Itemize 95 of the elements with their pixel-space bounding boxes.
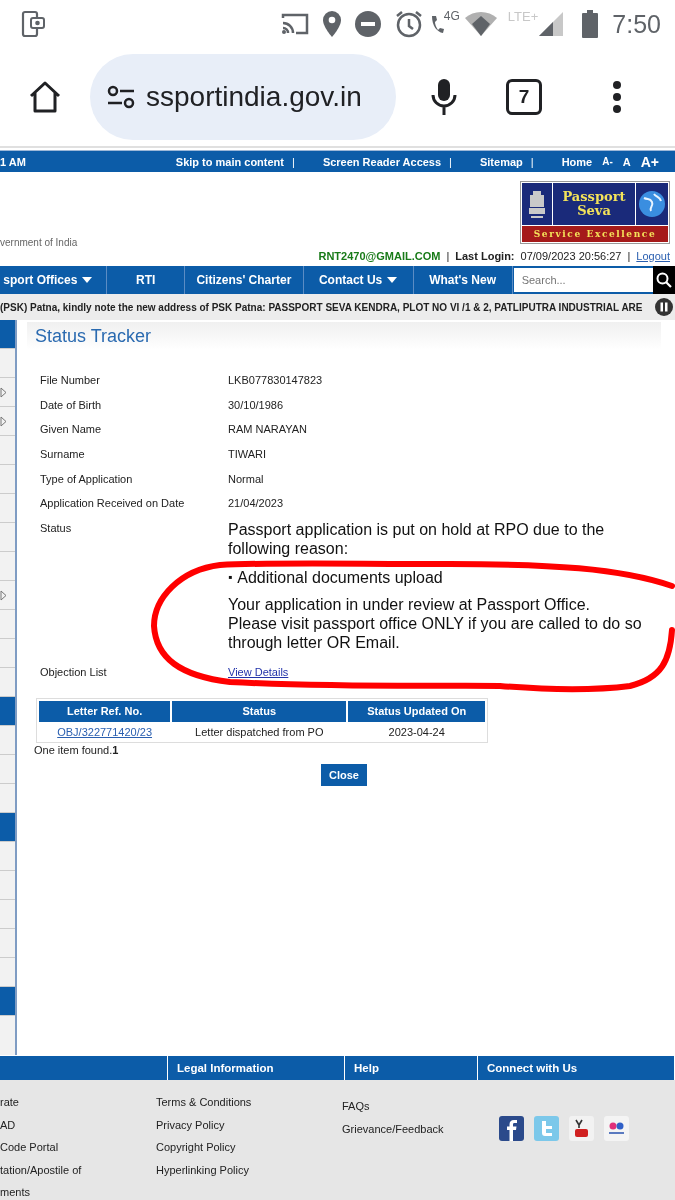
separator: |	[292, 155, 295, 168]
top-link[interactable]: Skip to main content	[175, 155, 284, 168]
column-header: Status Updated On	[348, 700, 485, 722]
page-title: Status Tracker	[35, 325, 152, 347]
screenshot-icon	[20, 10, 48, 38]
separator: |	[449, 155, 452, 168]
status-note: Please visit passport office ONLY if you are called to do so through letter OR Email.	[228, 614, 643, 653]
footer-link[interactable]: FAQs	[342, 1095, 475, 1118]
result-count: One item found.1	[34, 743, 120, 756]
clock-time: 7:50	[612, 9, 661, 39]
address-bar[interactable]: ssportindia.gov.in	[90, 54, 396, 140]
separator: |	[446, 250, 450, 262]
search-field[interactable]: Search...	[513, 268, 653, 292]
microphone-icon[interactable]	[430, 78, 458, 116]
location-pin-icon	[321, 10, 342, 38]
bullet: ▪	[228, 569, 233, 587]
triangle-icon	[0, 415, 7, 427]
top-link[interactable]: Screen Reader Access	[322, 155, 442, 168]
field-label: File Number	[40, 373, 101, 388]
font-size-link[interactable]: A-	[602, 156, 613, 167]
youtube-icon[interactable]	[569, 1116, 594, 1141]
globe-icon	[638, 190, 666, 218]
triangle-icon	[0, 589, 7, 601]
field-label: Surname	[40, 447, 86, 463]
column-header: Letter Ref. No.	[39, 700, 171, 722]
top-link[interactable]: Sitemap	[479, 155, 523, 168]
time-fragment: 1 AM	[0, 155, 26, 168]
site-settings-icon[interactable]	[106, 85, 136, 109]
sidebar-tab[interactable]	[0, 320, 15, 349]
footer-link[interactable]: ments	[0, 1181, 168, 1200]
search-button[interactable]	[652, 266, 675, 294]
field-label: Status	[40, 521, 73, 537]
tab-count[interactable]: 7	[506, 79, 542, 115]
battery-icon	[582, 10, 599, 38]
field-value: RAM NARAYAN	[228, 422, 309, 438]
font-size-link[interactable]: A+	[640, 153, 659, 170]
field-value: TIWARI	[228, 447, 268, 463]
last-login-label: Last Login:	[455, 250, 515, 262]
top-link[interactable]: Home	[561, 155, 593, 168]
home-icon[interactable]	[28, 80, 62, 114]
triangle-icon	[0, 386, 7, 398]
field-label: Date of Birth	[40, 397, 103, 413]
user-email: RNT2470@GMAIL.COM	[318, 250, 441, 262]
twitter-icon[interactable]	[534, 1116, 559, 1141]
field-value: 30/10/1986	[228, 397, 285, 413]
search-icon	[655, 272, 672, 288]
logout-link[interactable]: Logout	[636, 250, 670, 262]
footer-heading: Legal Information	[177, 1062, 274, 1074]
pause-icon[interactable]	[655, 298, 673, 316]
footer-link[interactable]: Terms & Conditions	[156, 1091, 333, 1114]
flickr-icon[interactable]	[604, 1116, 629, 1141]
footer-link[interactable]: Hyperlinking Policy	[156, 1158, 333, 1182]
field-label: Objection List	[40, 664, 108, 680]
footer-link[interactable]: Grievance/Feedback	[342, 1117, 475, 1141]
phone-icon	[429, 13, 444, 35]
signal-icon	[538, 11, 565, 37]
separator: |	[530, 155, 534, 168]
more-options-icon[interactable]	[612, 81, 622, 113]
wifi-icon	[463, 11, 498, 37]
field-label: Given Name	[40, 422, 103, 438]
sidebar-tab[interactable]	[0, 813, 15, 842]
sidebar-tab[interactable]	[0, 697, 15, 726]
logo-title: Passport	[561, 190, 627, 204]
field-value: Normal	[228, 471, 265, 487]
logo-title: Seva	[577, 204, 611, 218]
reason-item: Additional documents upload	[237, 568, 443, 588]
tagline: vernment of India	[0, 237, 79, 248]
news-ticker: (PSK) Patna, kindly note the new address of PSK Patna: PASSPORT SEVA KENDRA, PLOT NO VI /1 & 2, PATLIPUTRA INDUSTRIAL ARE	[0, 301, 644, 313]
url-text: ssportindia.gov.in	[146, 81, 362, 113]
footer-link[interactable]: Privacy Policy	[156, 1113, 333, 1137]
font-size-link[interactable]: A	[622, 155, 631, 168]
status-note: Your application in under review at Passport Office.	[228, 595, 591, 615]
field-label: Type of Application	[40, 471, 134, 487]
facebook-icon[interactable]	[499, 1116, 524, 1141]
footer-link[interactable]: Copyright Policy	[156, 1136, 333, 1159]
separator: |	[627, 250, 631, 262]
status-message: Passport application is put on hold at RPO due to the following reason:	[228, 520, 606, 559]
field-value: LKB077830147823	[228, 373, 324, 388]
passport-seva-logo[interactable]: Passport Seva Service Excellence	[520, 181, 670, 244]
logo-slogan: Service Excellence	[522, 226, 668, 242]
field-label: Application Received on Date	[40, 496, 186, 512]
view-details-link[interactable]: View Details	[228, 665, 289, 678]
close-button[interactable]: Close	[321, 763, 367, 786]
sidebar-tab[interactable]	[0, 987, 15, 1016]
cast-icon	[279, 11, 310, 37]
do-not-disturb-icon	[353, 10, 382, 38]
footer-heading: Connect with Us	[487, 1062, 578, 1074]
field-value: 21/04/2023	[228, 496, 285, 512]
last-login-value: 07/09/2023 20:56:27	[520, 250, 622, 262]
network-type-label: 4G	[443, 9, 460, 23]
column-header: Status	[172, 700, 347, 722]
footer-heading: Help	[354, 1062, 379, 1074]
table-cell-text: Letter dispatched from PO	[194, 724, 325, 740]
letter-ref-link[interactable]: OBJ/322771420/23	[57, 725, 152, 738]
table-cell-text: 2023-04-24	[387, 724, 446, 740]
